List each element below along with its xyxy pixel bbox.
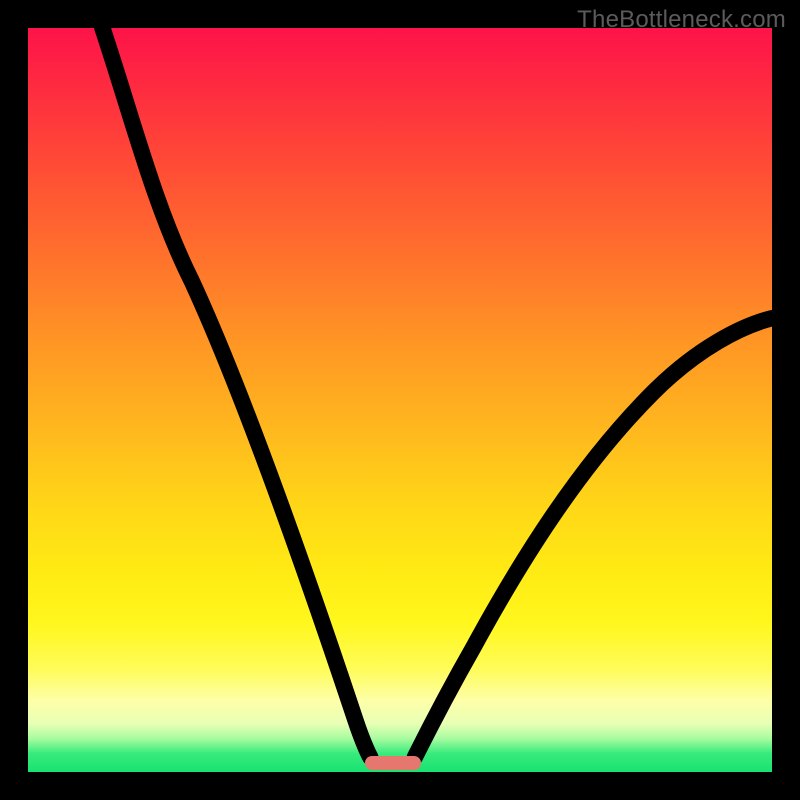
plot-area [28,28,772,772]
bottleneck-curve [28,28,772,772]
minimum-marker [365,756,421,770]
chart-frame: TheBottleneck.com [0,0,800,800]
curve-right-branch [415,318,772,757]
curve-left-branch [102,28,370,757]
